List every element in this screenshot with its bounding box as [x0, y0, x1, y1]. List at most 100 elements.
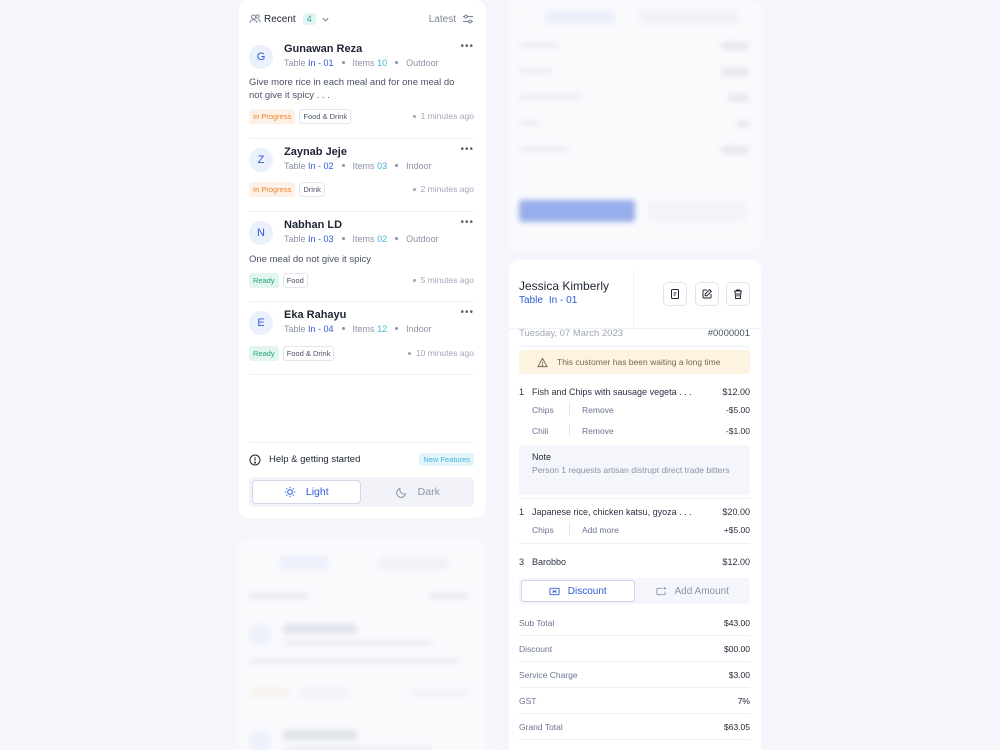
note-title: Note	[532, 452, 552, 462]
help-label[interactable]: Help & getting started	[269, 454, 360, 465]
modifier-price: +$5.00	[723, 525, 750, 535]
table-number: In - 01	[548, 295, 578, 306]
seating-place: Outdoor	[406, 58, 439, 68]
seating-place: Indoor	[406, 161, 432, 171]
more-icon[interactable]: •••	[460, 41, 474, 52]
modifier-name: Chili	[532, 426, 549, 436]
sort-latest-label[interactable]: Latest	[429, 14, 456, 25]
item-qty: 3	[519, 557, 525, 567]
table-number: In - 04	[308, 324, 334, 334]
seating-place: Indoor	[406, 324, 432, 334]
item-qty: 1	[519, 507, 525, 517]
table-label: Table	[519, 295, 543, 306]
theme-dark-label: Dark	[417, 486, 440, 498]
modifier-price: -$5.00	[725, 405, 750, 415]
item-price: $12.00	[722, 557, 750, 567]
theme-dark-button[interactable]: Dark	[365, 480, 472, 504]
order-time: 2 minutes ago	[413, 184, 474, 194]
order-meta: Table In - 04 Items 12 Indoor	[284, 324, 432, 334]
theme-toggle: Light Dark	[249, 477, 474, 507]
items-count: 10	[377, 58, 388, 68]
avatar: E	[249, 311, 273, 335]
order-card[interactable]: G Gunawan Reza ••• Table In - 01 Items 10…	[249, 37, 474, 139]
avatar: G	[249, 45, 273, 69]
items-count: 12	[377, 324, 388, 334]
delete-button[interactable]	[726, 282, 750, 306]
items-count: 02	[377, 234, 388, 244]
order-meta: Table In - 01 Items 10 Outdoor	[284, 58, 439, 68]
order-card[interactable]: E Eka Rahayu ••• Table In - 04 Items 12 In…	[249, 303, 474, 375]
users-icon	[249, 13, 261, 25]
avatar: Z	[249, 148, 273, 172]
waiting-warning: This customer has been waiting a long ti…	[519, 350, 750, 374]
item-name: Japanese rice, chicken katsu, gyoza . . …	[532, 507, 692, 517]
table-number: In - 03	[308, 234, 334, 244]
modifier-name: Chips	[532, 405, 554, 415]
help-row[interactable]: Help & getting started New Features	[249, 442, 474, 476]
item-price: $20.00	[722, 507, 750, 517]
trash-icon	[734, 289, 742, 299]
summary-value: 7%	[737, 696, 750, 706]
discount-button[interactable]: Discount	[521, 580, 635, 602]
edit-button[interactable]	[695, 282, 719, 306]
seating-place: Outdoor	[406, 234, 439, 244]
recent-label[interactable]: Recent	[264, 14, 296, 25]
more-icon[interactable]: •••	[460, 307, 474, 318]
table-info: Table In - 01	[519, 295, 577, 306]
summary-value: $43.00	[724, 618, 750, 628]
note-text: Person 1 requests artisan distrupt direc…	[532, 465, 730, 475]
add-card-icon	[655, 586, 667, 597]
table-number: In - 02	[308, 161, 334, 171]
filter-icon[interactable]	[462, 13, 474, 25]
sun-icon	[284, 486, 296, 498]
summary-value: $63.05	[724, 722, 750, 732]
edit-icon	[702, 288, 713, 299]
order-time: 1 minutes ago	[413, 111, 474, 121]
item-note: Note Person 1 requests artisan distrupt …	[519, 445, 750, 495]
blurred-panel	[239, 540, 486, 750]
customer-name: Gunawan Reza	[284, 43, 363, 55]
ticket-icon	[549, 586, 560, 597]
table-label: Table	[284, 234, 306, 244]
customer-name: Nabhan LD	[284, 219, 343, 231]
detail-header: Jessica Kimberly Table In - 01	[509, 270, 761, 329]
status-badge: In Progress	[249, 109, 296, 124]
modifier-action: Add more	[582, 525, 619, 535]
summary-row: Service Charge $3.00	[519, 662, 750, 688]
order-note: One meal do not give it spicy	[249, 254, 371, 265]
summary-value: $3.00	[728, 670, 750, 680]
summary-label: GST	[519, 696, 537, 706]
item-qty: 1	[519, 387, 525, 397]
table-label: Table	[284, 324, 306, 334]
order-card[interactable]: Z Zaynab Jeje ••• Table In - 02 Items 03 I…	[249, 140, 474, 212]
recent-count-badge: 4	[302, 13, 316, 25]
chevron-down-icon[interactable]	[321, 15, 330, 24]
orders-header: Recent 4 Latest	[249, 10, 474, 28]
more-icon[interactable]: •••	[460, 217, 474, 228]
order-time: 5 minutes ago	[413, 275, 474, 285]
summary-label: Discount	[519, 644, 553, 654]
items-label: Items	[352, 324, 375, 334]
summary-label: Service Charge	[519, 670, 578, 680]
customer-name: Zaynab Jeje	[284, 146, 347, 158]
summary-value: $00.00	[724, 644, 750, 654]
summary-row: Grand Total $63.05	[519, 714, 750, 740]
more-icon[interactable]: •••	[460, 144, 474, 155]
order-time: 10 minutes ago	[408, 348, 474, 358]
receipt-button[interactable]	[663, 282, 687, 306]
modifier-price: -$1.00	[725, 426, 750, 436]
add-amount-button[interactable]: Add Amount	[637, 580, 749, 602]
summary-row: Sub Total $43.00	[519, 610, 750, 636]
order-meta: Table In - 03 Items 02 Outdoor	[284, 234, 439, 244]
new-features-badge: New Features	[419, 453, 474, 466]
add-amount-label: Add Amount	[674, 585, 729, 597]
order-detail-panel: Jessica Kimberly Table In - 01 Tuesday, 0…	[509, 260, 761, 750]
order-card[interactable]: N Nabhan LD ••• Table In - 03 Items 02 Out…	[249, 213, 474, 302]
category-badge: Food	[282, 273, 308, 288]
item-name: Fish and Chips with sausage vegeta . . .	[532, 387, 692, 397]
theme-light-button[interactable]: Light	[252, 480, 361, 504]
summary-label: Sub Total	[519, 618, 555, 628]
category-badge: Food & Drink	[282, 346, 335, 361]
status-badge: Ready	[249, 346, 279, 361]
item-price: $12.00	[722, 387, 750, 397]
